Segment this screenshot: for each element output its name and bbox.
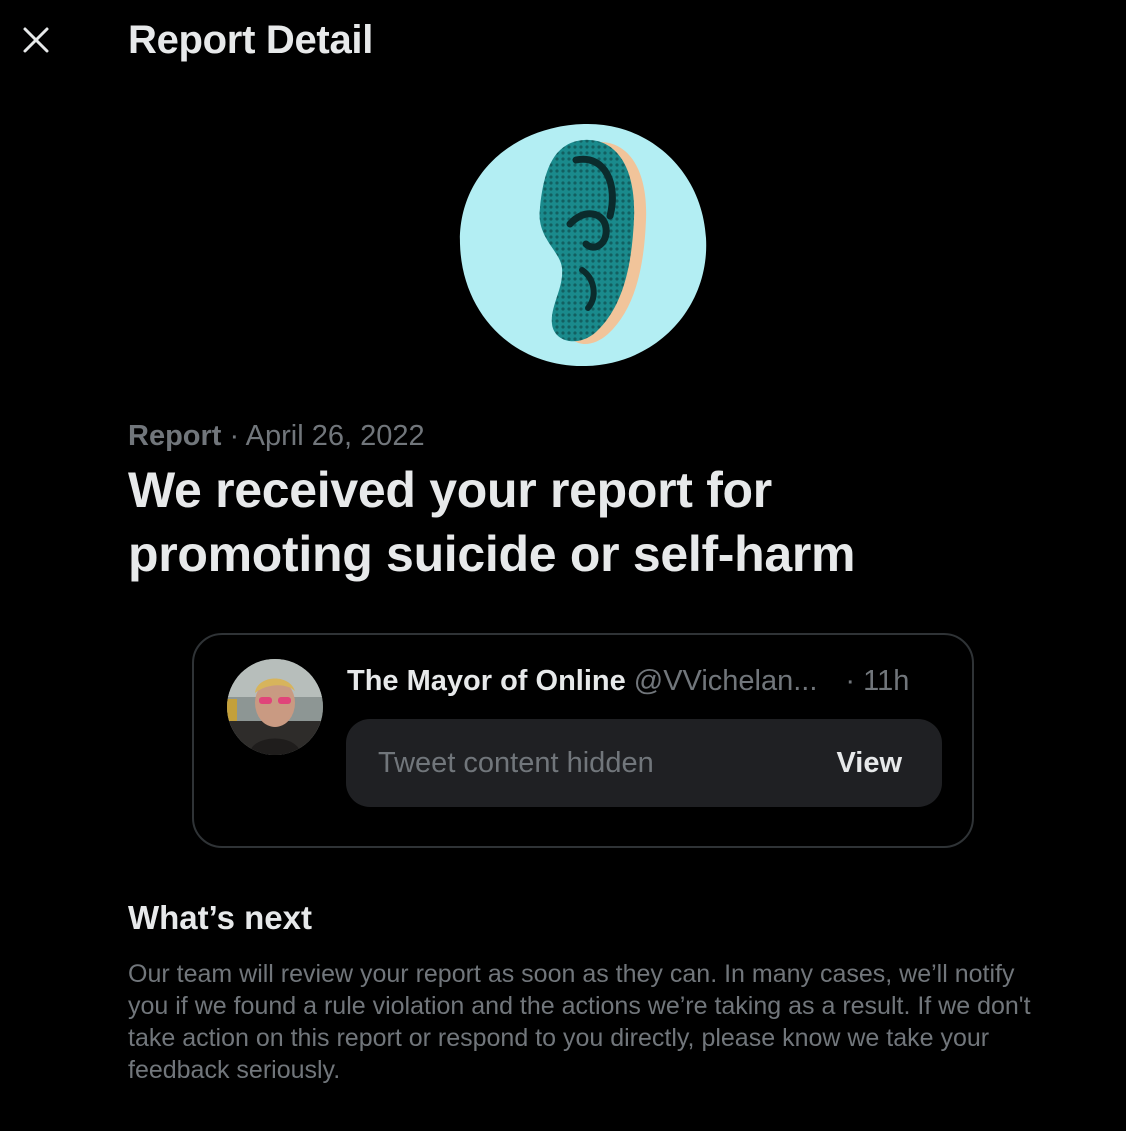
close-button[interactable] bbox=[14, 18, 58, 62]
avatar[interactable] bbox=[227, 659, 323, 755]
page-title: Report Detail bbox=[128, 18, 374, 62]
user-handle[interactable]: @VVichelan... bbox=[634, 661, 818, 701]
whats-next-heading: What’s next bbox=[128, 899, 312, 936]
hidden-content-box: Tweet content hidden View bbox=[346, 719, 942, 807]
meta-separator: · bbox=[229, 420, 240, 452]
report-date: April 26, 2022 bbox=[245, 420, 425, 452]
whats-next-body: Our team will review your report as soon… bbox=[128, 960, 1031, 1084]
hidden-content-text: Tweet content hidden bbox=[378, 746, 654, 779]
tweet-header: The Mayor of Online @VVichelan... · 11h bbox=[347, 661, 909, 701]
ear-icon bbox=[459, 123, 707, 367]
tweet-time: · 11h bbox=[845, 665, 910, 697]
close-icon bbox=[23, 27, 49, 53]
reported-tweet-card[interactable]: The Mayor of Online @VVichelan... · 11h … bbox=[192, 633, 974, 848]
display-name[interactable]: The Mayor of Online bbox=[347, 661, 626, 701]
report-label: Report bbox=[128, 420, 222, 452]
avatar-photo bbox=[227, 659, 323, 755]
report-illustration bbox=[458, 120, 710, 368]
report-meta: Report · April 26, 2022 bbox=[128, 418, 425, 454]
report-headline: We received your report for promoting su… bbox=[128, 462, 856, 582]
view-button[interactable]: View bbox=[836, 747, 902, 780]
